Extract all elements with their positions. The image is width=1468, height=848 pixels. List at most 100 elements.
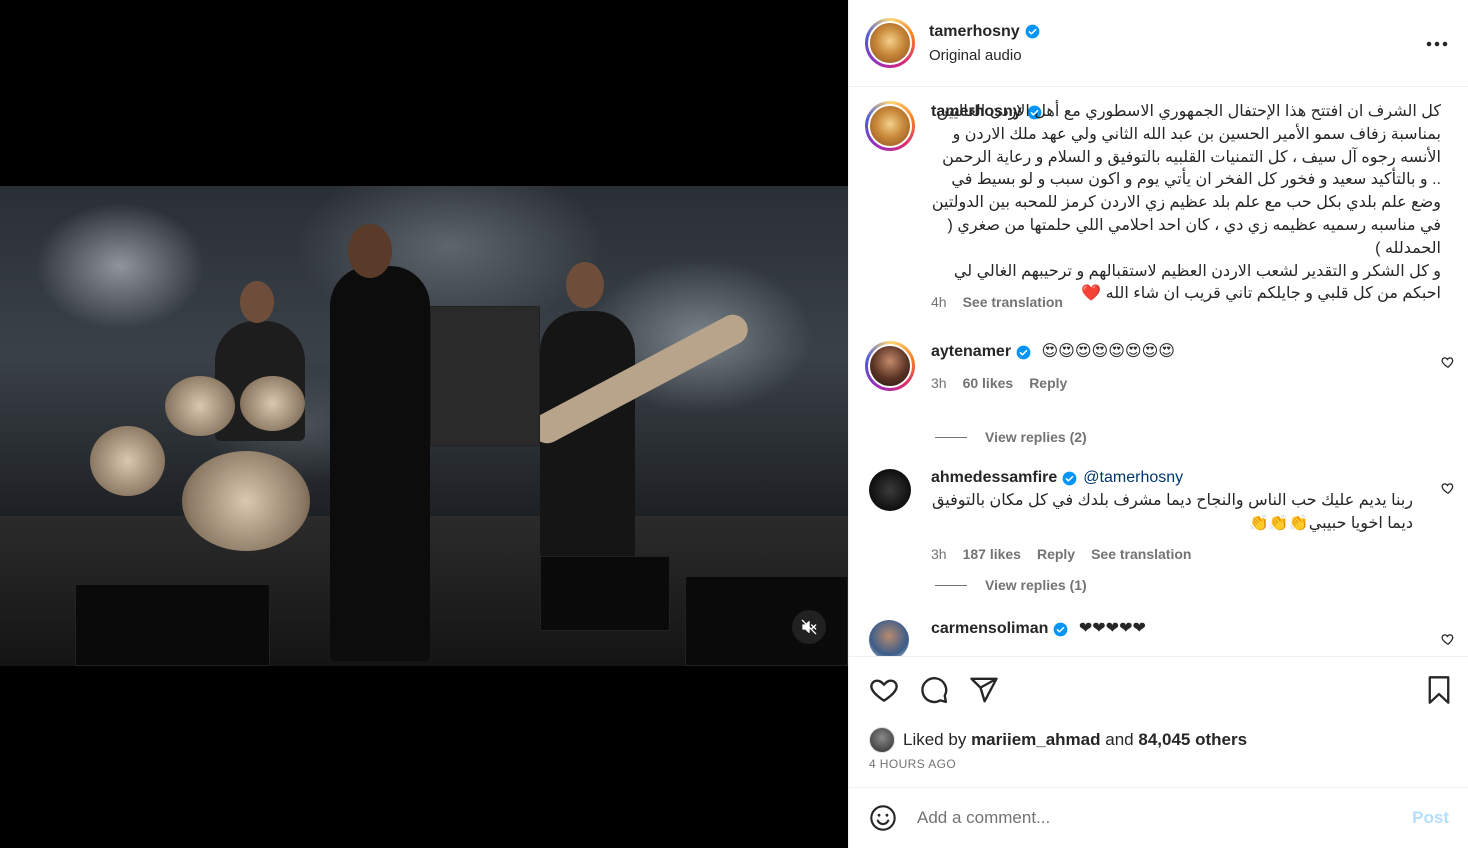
amp-box xyxy=(430,306,540,446)
liked-by-prefix: Liked by xyxy=(903,730,967,749)
commenter-avatar[interactable] xyxy=(869,469,911,511)
emoji-icon xyxy=(869,804,897,832)
post-header: tamerhosny Original audio xyxy=(849,0,1468,87)
liker-avatar[interactable] xyxy=(869,727,895,753)
tom-drum-1 xyxy=(165,376,235,436)
singer-head xyxy=(348,224,392,278)
comment-content-row: ahmedessamfire @tamerhosny xyxy=(931,467,1427,490)
comments-list[interactable]: tamerhosny كل الشرف ان افتتح هذا الإحتفا… xyxy=(849,88,1468,656)
heart-icon xyxy=(1441,481,1455,495)
comment-text: ربنا يديم عليك حب الناس والنجاح ديما مشر… xyxy=(931,491,1413,532)
comment-see-translation[interactable]: See translation xyxy=(1091,543,1191,566)
heart-icon xyxy=(869,675,899,705)
media-pane xyxy=(0,0,848,848)
post-side-panel: tamerhosny Original audio tamerhosny كل … xyxy=(848,0,1468,848)
more-options-button[interactable] xyxy=(1426,34,1448,52)
commenter-username-wrap: carmensoliman xyxy=(931,618,1068,641)
comment-text: 😍😍😍😍😍😍😍😍 xyxy=(1041,343,1175,360)
verified-badge-icon xyxy=(1016,345,1031,360)
bass-drum xyxy=(182,451,310,551)
comment-item: aytenamer 😍😍😍😍😍😍😍😍 3h 60 likes Reply Vie… xyxy=(865,341,1455,451)
liked-by-row: Liked by mariiem_ahmad and 84,045 others xyxy=(869,727,1247,753)
author-info: tamerhosny Original audio xyxy=(929,23,1040,64)
caption-see-translation[interactable]: See translation xyxy=(963,291,1063,314)
comment-likes[interactable]: 60 likes xyxy=(963,372,1014,395)
verified-badge-icon xyxy=(1025,24,1040,39)
comment-meta: 3h 187 likes Reply See translation xyxy=(931,543,1427,566)
author-avatar-image xyxy=(868,21,912,65)
commenter-username-wrap: ahmedessamfire xyxy=(931,467,1077,490)
author-username[interactable]: tamerhosny xyxy=(929,23,1020,41)
mention-link[interactable]: @tamerhosny xyxy=(1083,467,1183,490)
stage-monitor-right xyxy=(540,556,670,631)
drummer-head xyxy=(240,281,274,323)
reply-button[interactable]: Reply xyxy=(1029,372,1067,395)
floor-tom xyxy=(90,426,165,496)
comment-button[interactable] xyxy=(919,675,949,705)
comment-icon xyxy=(919,675,949,705)
volume-muted-icon xyxy=(801,619,817,635)
comment-like-button[interactable] xyxy=(1441,632,1455,651)
bassist-head xyxy=(566,262,604,308)
caption-author-avatar[interactable] xyxy=(865,101,915,151)
comment-time[interactable]: 3h xyxy=(931,543,947,566)
liked-by-others[interactable]: 84,045 others xyxy=(1138,730,1247,750)
share-icon xyxy=(969,675,999,705)
commenter-avatar[interactable] xyxy=(869,620,909,656)
comment-item: carmensoliman ❤❤❤❤❤ xyxy=(865,618,1455,656)
caption-meta: 4h See translation xyxy=(931,291,1063,314)
caption-author-avatar-image xyxy=(868,104,912,148)
commenter-username-wrap: aytenamer xyxy=(931,341,1031,364)
like-button[interactable] xyxy=(869,675,899,705)
stage-monitor-left xyxy=(75,584,270,666)
verified-badge-icon xyxy=(1053,622,1068,637)
bookmark-icon xyxy=(1425,675,1453,705)
commenter-username[interactable]: carmensoliman xyxy=(931,618,1048,641)
more-horizontal-icon xyxy=(1426,41,1448,47)
comment-composer: Post xyxy=(849,787,1468,848)
comment-meta: 3h 60 likes Reply xyxy=(931,372,1427,395)
verified-badge-icon xyxy=(1062,471,1077,486)
emoji-button[interactable] xyxy=(869,804,897,832)
view-replies-label: View replies (1) xyxy=(985,577,1087,593)
post-caption: tamerhosny كل الشرف ان افتتح هذا الإحتفا… xyxy=(865,101,1455,321)
post-time-ago[interactable]: 4 HOURS AGO xyxy=(869,757,956,771)
video-player[interactable] xyxy=(0,186,848,666)
commenter-avatar-image xyxy=(868,344,912,388)
commenter-username[interactable]: ahmedessamfire xyxy=(931,467,1057,490)
commenter-username[interactable]: aytenamer xyxy=(931,341,1011,364)
view-replies-label: View replies (2) xyxy=(985,429,1087,445)
author-username-row: tamerhosny xyxy=(929,23,1040,41)
heart-icon xyxy=(1441,632,1455,646)
singer-figure xyxy=(330,266,430,661)
save-button[interactable] xyxy=(1425,675,1453,710)
comment-body: aytenamer 😍😍😍😍😍😍😍😍 3h 60 likes Reply xyxy=(931,341,1427,395)
liker-username[interactable]: mariiem_ahmad xyxy=(971,730,1100,750)
comment-likes[interactable]: 187 likes xyxy=(963,543,1021,566)
mute-button[interactable] xyxy=(792,610,826,644)
action-icons-row xyxy=(869,675,999,705)
caption-time[interactable]: 4h xyxy=(931,291,947,314)
replies-divider xyxy=(935,436,967,438)
comment-text: ❤❤❤❤❤ xyxy=(1078,620,1146,637)
post-comment-button[interactable]: Post xyxy=(1412,808,1449,828)
comment-input[interactable] xyxy=(917,808,1413,828)
comment-like-button[interactable] xyxy=(1441,355,1455,374)
audio-label[interactable]: Original audio xyxy=(929,47,1040,64)
reply-button[interactable]: Reply xyxy=(1037,543,1075,566)
author-avatar[interactable] xyxy=(865,18,915,68)
comment-body: ahmedessamfire @tamerhosny ربنا يديم علي… xyxy=(931,467,1427,566)
commenter-avatar[interactable] xyxy=(865,341,915,391)
view-replies-button[interactable]: View replies (1) xyxy=(935,577,1087,593)
tom-drum-2 xyxy=(240,376,305,431)
comment-item: ahmedessamfire @tamerhosny ربنا يديم علي… xyxy=(865,467,1455,593)
share-button[interactable] xyxy=(969,675,999,705)
caption-text: كل الشرف ان افتتح هذا الإحتفال الجمهوري … xyxy=(931,103,1441,303)
view-replies-button[interactable]: View replies (2) xyxy=(935,429,1087,445)
comment-like-button[interactable] xyxy=(1441,481,1455,500)
comment-time[interactable]: 3h xyxy=(931,372,947,395)
liked-by-and: and xyxy=(1105,730,1134,749)
post-actions: Liked by mariiem_ahmad and 84,045 others… xyxy=(849,656,1468,787)
comment-body: carmensoliman ❤❤❤❤❤ xyxy=(931,618,1427,641)
heart-icon xyxy=(1441,355,1455,369)
